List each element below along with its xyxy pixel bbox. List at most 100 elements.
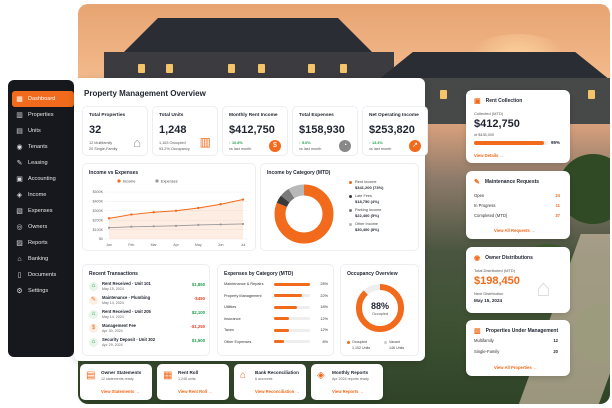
sidebar-item-reports[interactable]: ▨ Reports [12, 235, 74, 251]
y-tick-label: $0 [99, 237, 103, 241]
sidebar-item-expenses[interactable]: ▧ Expenses [12, 203, 74, 219]
quick-link-card[interactable]: ◈ Monthly Reports Apr 2024 reports ready Vi… [311, 364, 383, 400]
maintenance-title: Maintenance Requests [484, 179, 540, 185]
dollar-icon: $ [269, 140, 281, 152]
income-icon: ◈ [16, 191, 23, 199]
view-all-requests-link[interactable]: View All Requests → [494, 228, 535, 233]
view-all-properties-link[interactable]: View All Properties → [494, 365, 537, 370]
income-area [109, 199, 243, 239]
transaction-row[interactable]: ⌂ Rent Received - Unit 101 May 15, 2024 $1,… [89, 281, 205, 293]
quick-link-action[interactable]: View Reports → [332, 389, 364, 394]
quick-link-action[interactable]: View Statements → [101, 389, 140, 394]
expenses-icon: ▧ [16, 207, 23, 215]
sidebar-item-income[interactable]: ◈ Income [12, 187, 74, 203]
bank-icon: ⌂ [240, 370, 247, 381]
expense-category-label: Property Management [224, 293, 262, 298]
grid-icon: ▤ [16, 127, 23, 135]
quick-link-action[interactable]: View Reconciliation → [255, 389, 300, 394]
kpi-label: Total Expenses [299, 113, 334, 118]
x-tick-label: May [195, 243, 202, 247]
quick-link-sub: Apr 2024 reports ready [332, 377, 369, 381]
sidebar-item-tenants[interactable]: ◉ Tenants [12, 139, 74, 155]
quick-link-card[interactable]: ⌂ Bank Reconciliation 6 accounts View Recon… [234, 364, 306, 400]
maintenance-label: In Progress [474, 203, 496, 208]
expense-pct: 28% [320, 282, 328, 286]
legend-swatch [349, 181, 352, 184]
transaction-date: Apr 30, 2024 [102, 329, 123, 333]
expense-bar-fill [274, 317, 290, 320]
expenses-point [130, 225, 133, 228]
kpi-label: Total Units [159, 113, 184, 118]
sidebar-item-settings[interactable]: ⚙ Settings [12, 283, 74, 299]
legend-swatch [349, 223, 352, 226]
sidebar-item-owners[interactable]: ◎ Owners [12, 219, 74, 235]
expense-pct: 12% [320, 328, 328, 332]
sidebar-item-dashboard[interactable]: ▦ Dashboard [12, 91, 74, 107]
quick-link-title: Rent Roll [178, 370, 199, 375]
sidebar-item-accounting[interactable]: ▣ Accounting [12, 171, 74, 187]
quick-link-title: Monthly Reports [332, 370, 369, 375]
occupancy-legend-value: 146 Units [389, 346, 405, 350]
y-tick-label: $200K [93, 218, 104, 222]
kpi-sub2: vs last month [229, 147, 252, 151]
owner-title: Owner Distributions [485, 255, 533, 261]
quick-link-card[interactable]: ▦ Rent Roll 1,248 units View Rent Roll → [157, 364, 229, 400]
transaction-name: Rent Received - Unit 101 [102, 281, 151, 286]
maintenance-value: 37 [555, 213, 560, 218]
document-icon: ▯ [17, 271, 22, 279]
kpi-sub2: 20 Single-Family [89, 147, 118, 151]
y-tick-label: $300K [93, 209, 104, 213]
transaction-row[interactable]: $ Management Fee Apr 30, 2024 -$1,250 [89, 323, 205, 335]
kpi-sub1: ↑ 13.4% [369, 141, 383, 145]
view-details-link[interactable]: View Details → [474, 153, 504, 158]
expense-pct: 22% [320, 293, 328, 298]
kpi-value: $253,820 [369, 124, 415, 136]
home-icon: ⌂ [89, 282, 98, 291]
transaction-row[interactable]: ⌂ Rent Received - Unit 205 May 14, 2024 $2,… [89, 309, 205, 321]
sidebar-item-leasing[interactable]: ✎ Leasing [12, 155, 74, 171]
collection-pct: 95% [551, 140, 561, 145]
rent-collection-card: ▣ Rent Collection Collected (MTD) $412,75… [466, 90, 570, 163]
income-category-label: Parking Income [355, 208, 382, 212]
sidebar-item-units[interactable]: ▤ Units [12, 123, 74, 139]
transaction-row[interactable]: ✎ Maintenance - Plumbing May 14, 2024 -$450 [89, 295, 205, 307]
kpi-label: Net Operating Income [369, 113, 419, 118]
sidebar-item-label: Tenants [28, 144, 48, 150]
income-category-value: $341,200 (73%) [355, 185, 384, 190]
expenses-category-card: Expenses by Category (MTD) Maintenance &… [217, 264, 334, 356]
collection-progress [474, 141, 548, 145]
expense-category-label: Maintenance & Repairs [224, 282, 264, 286]
occupancy-legend-label: Occupied [352, 340, 368, 344]
income-point [107, 217, 111, 220]
property-type-value: 12 [553, 338, 558, 343]
transaction-amount: $2,100 [191, 310, 205, 315]
building-icon: ▥ [474, 328, 481, 335]
rent-collection-title: Rent Collection [485, 98, 523, 104]
maintenance-value: 24 [555, 193, 560, 198]
transaction-row[interactable]: ⌂ Security Deposit - Unit 302 Apr 29, 2024… [89, 337, 205, 349]
transaction-date: Apr 29, 2024 [102, 343, 123, 347]
sidebar-item-banking[interactable]: ⌂ Banking [12, 251, 74, 267]
collected-label: Collected (MTD) [474, 111, 504, 116]
legend-swatch [155, 179, 159, 183]
legend-swatch [347, 341, 350, 344]
quick-link-action[interactable]: View Rent Roll → [178, 389, 212, 394]
sidebar-item-properties[interactable]: ▥ Properties [12, 107, 74, 123]
expenses-point [197, 223, 200, 226]
sidebar-item-label: Units [28, 128, 41, 134]
recent-transactions-card: Recent Transactions ⌂ Rent Received - Uni… [82, 264, 210, 356]
x-tick-label: Mar [151, 243, 158, 247]
income-category-label: Late Fees [355, 194, 372, 198]
owner-distributions-card: ◉ Owner Distributions Total Distributed (… [466, 247, 570, 313]
kpi-sub2: 93.2% Occupancy [159, 147, 190, 151]
sidebar-item-documents[interactable]: ▯ Documents [12, 267, 74, 283]
transaction-name: Maintenance - Plumbing [102, 295, 151, 300]
rent-roll-icon: ▦ [163, 370, 173, 381]
expense-bar [274, 340, 310, 343]
under-mgmt-title: Properties Under Management [485, 328, 559, 334]
quick-link-title: Bank Reconciliation [255, 370, 299, 375]
maintenance-card: ✎ Maintenance Requests View All Requests … [466, 171, 570, 239]
kpi-card: Monthly Rent Income $412,750 ↑ 10.8% vs las… [222, 106, 288, 156]
maintenance-label: Completed (MTD) [474, 213, 508, 218]
quick-link-card[interactable]: ▤ Owner Statements 12 statements ready View… [80, 364, 152, 400]
